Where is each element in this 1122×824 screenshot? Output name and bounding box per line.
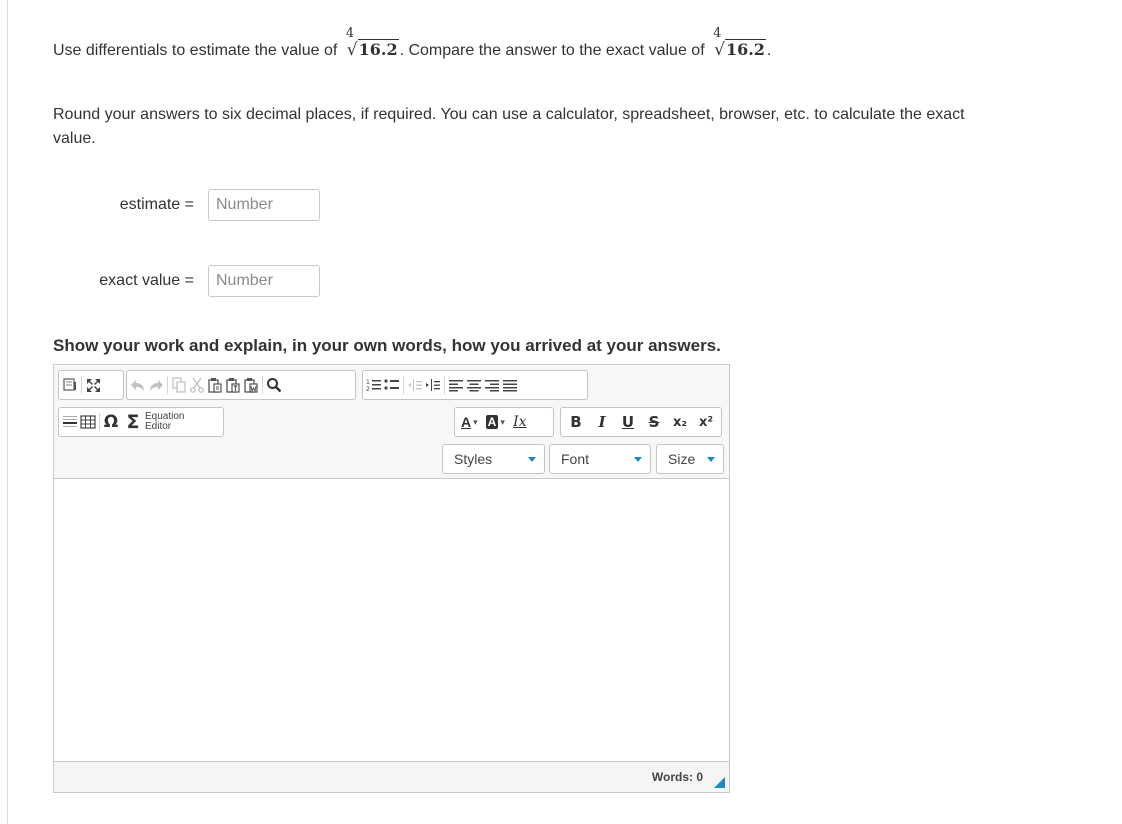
radicand: 16.2 xyxy=(357,39,399,59)
fourth-root-radical: 4 √16.2 xyxy=(346,26,399,63)
size-dropdown-label: Size xyxy=(668,451,696,467)
left-border xyxy=(7,0,8,824)
maximize-icon[interactable] xyxy=(84,373,102,397)
exact-value-label: exact value = xyxy=(99,272,194,289)
cut-icon[interactable] xyxy=(188,373,206,397)
paste-icon[interactable] xyxy=(206,373,224,397)
estimate-row: estimate = xyxy=(53,189,333,223)
chevron-down-icon: ▾ xyxy=(500,416,505,427)
increase-indent-icon[interactable] xyxy=(424,373,442,397)
sigma-icon[interactable]: Σ xyxy=(124,410,142,434)
fourth-root-radical: 4 √16.2 xyxy=(713,26,766,63)
copy-icon[interactable] xyxy=(170,373,188,397)
source-icon[interactable] xyxy=(61,373,79,397)
svg-text:1: 1 xyxy=(366,379,370,386)
chevron-down-icon xyxy=(528,457,536,462)
equation-editor-label-line2: Editor xyxy=(145,421,172,432)
italic-icon[interactable]: I xyxy=(593,410,611,434)
styles-dropdown-label: Styles xyxy=(454,451,493,467)
radicand: 16.2 xyxy=(724,39,766,59)
equation-editor-button[interactable]: Equation Editor xyxy=(145,412,184,432)
paste-word-icon[interactable] xyxy=(242,373,260,397)
align-center-icon[interactable] xyxy=(465,373,483,397)
background-color-button[interactable]: A ▾ xyxy=(485,415,505,429)
exact-value-input[interactable] xyxy=(208,265,320,297)
estimate-label: estimate = xyxy=(119,196,194,213)
rich-text-editor: 12 Ω Σ Equation Editor A ▾ A ▾ Ix B I U … xyxy=(53,364,730,793)
font-dropdown[interactable]: Font xyxy=(549,444,651,474)
question-text: Use differentials to estimate the value … xyxy=(53,26,772,63)
question-part3: . xyxy=(766,42,772,59)
question-part1: Use differentials to estimate the value … xyxy=(53,42,338,59)
font-dropdown-label: Font xyxy=(561,451,590,467)
toolbar-group-paragraph: 12 xyxy=(362,370,588,400)
editor-status-bar: Words: 0 xyxy=(54,761,729,792)
instructions-text: Round your answers to six decimal places… xyxy=(53,106,965,147)
strikethrough-icon[interactable]: S xyxy=(645,410,663,434)
resize-handle-icon[interactable] xyxy=(714,777,725,788)
numbered-list-icon[interactable]: 12 xyxy=(365,373,383,397)
special-character-icon[interactable]: Ω xyxy=(102,410,120,434)
toolbar-group-insert: Ω Σ Equation Editor xyxy=(58,407,224,437)
toolbar-group-clipboard xyxy=(126,370,356,400)
editor-content-area[interactable] xyxy=(54,479,729,761)
remove-format-icon[interactable]: Ix xyxy=(511,410,529,434)
styles-dropdown[interactable]: Styles xyxy=(442,444,545,474)
horizontal-line-icon[interactable] xyxy=(61,410,79,434)
paste-text-icon[interactable] xyxy=(224,373,242,397)
chevron-down-icon xyxy=(707,457,715,462)
svg-text:2: 2 xyxy=(366,386,370,392)
justify-icon[interactable] xyxy=(501,373,519,397)
background-color-icon: A xyxy=(485,415,499,429)
chevron-down-icon xyxy=(634,457,642,462)
estimate-input[interactable] xyxy=(208,189,320,221)
radical-index: 4 xyxy=(713,26,722,41)
editor-toolbar: 12 Ω Σ Equation Editor A ▾ A ▾ Ix B I U … xyxy=(54,365,729,479)
toolbar-group-basicstyles: B I U S x₂ x² xyxy=(560,407,722,437)
question-part2: . Compare the answer to the exact value … xyxy=(399,42,705,59)
bulleted-list-icon[interactable] xyxy=(383,373,401,397)
align-left-icon[interactable] xyxy=(447,373,465,397)
toolbar-group-colors: A ▾ A ▾ Ix xyxy=(454,407,554,437)
radical-index: 4 xyxy=(345,26,355,41)
decrease-indent-icon[interactable] xyxy=(406,373,424,397)
redo-icon[interactable] xyxy=(147,373,165,397)
work-heading: Show your work and explain, in your own … xyxy=(53,336,721,355)
toolbar-group-document xyxy=(58,370,124,400)
bold-icon[interactable]: B xyxy=(567,410,585,434)
size-dropdown[interactable]: Size xyxy=(656,444,724,474)
text-color-icon: A xyxy=(461,414,472,430)
underline-icon[interactable]: U xyxy=(619,410,637,434)
superscript-icon[interactable]: x² xyxy=(697,410,715,434)
table-icon[interactable] xyxy=(79,410,97,434)
text-color-button[interactable]: A ▾ xyxy=(461,414,478,430)
undo-icon[interactable] xyxy=(129,373,147,397)
word-count: Words: 0 xyxy=(651,770,703,784)
align-right-icon[interactable] xyxy=(483,373,501,397)
subscript-icon[interactable]: x₂ xyxy=(671,410,689,434)
chevron-down-icon: ▾ xyxy=(473,416,478,427)
exact-value-row: exact value = xyxy=(53,265,333,299)
find-icon[interactable] xyxy=(265,373,283,397)
